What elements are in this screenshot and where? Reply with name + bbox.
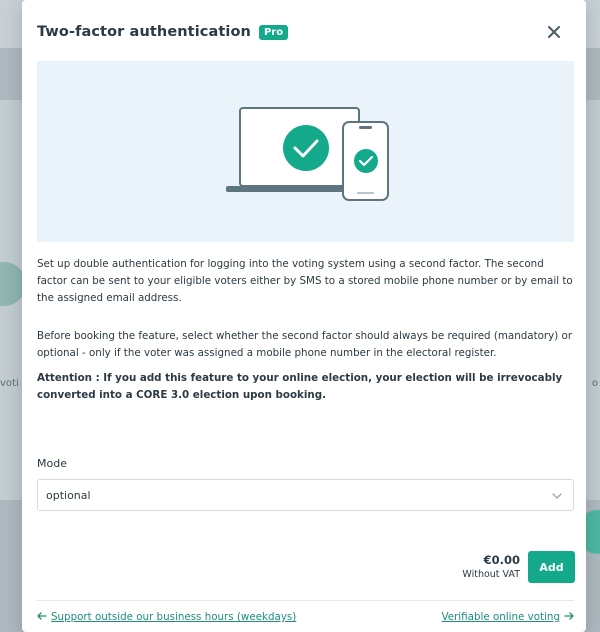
background-text-left: voti (0, 378, 19, 389)
verifiable-voting-link-label: Verifiable online voting (441, 611, 560, 623)
description-paragraph: Set up double authentication for logging… (37, 258, 573, 304)
add-button[interactable]: Add (528, 551, 575, 583)
two-factor-modal: Two-factor authentication Pro Set up dou… (22, 0, 586, 632)
attention-paragraph: Attention : If you add this feature to y… (37, 372, 563, 401)
mode-selected-value: optional (46, 488, 91, 502)
support-link[interactable]: Support outside our business hours (week… (37, 611, 296, 623)
phone-icon (342, 121, 389, 201)
booking-paragraph: Before booking the feature, select wheth… (37, 330, 573, 359)
chevron-down-icon (552, 493, 562, 499)
mode-select[interactable]: optional (37, 479, 574, 511)
close-button[interactable] (542, 20, 566, 44)
arrow-left-icon (37, 611, 47, 623)
modal-title: Two-factor authentication (37, 24, 251, 40)
verifiable-voting-link[interactable]: Verifiable online voting (441, 611, 574, 623)
support-link-label: Support outside our business hours (week… (51, 611, 297, 623)
price: €0.00 (483, 553, 520, 567)
arrow-right-icon (564, 611, 574, 623)
mode-label: Mode (37, 457, 67, 470)
footer-divider (37, 600, 574, 601)
pro-badge: Pro (258, 24, 289, 40)
price-block: €0.00 Without VAT (462, 553, 520, 583)
modal-header: Two-factor authentication Pro (37, 20, 571, 44)
close-icon (548, 26, 560, 38)
illustration (37, 61, 574, 242)
vat-note: Without VAT (462, 569, 520, 580)
background-text-right: o (591, 378, 598, 389)
